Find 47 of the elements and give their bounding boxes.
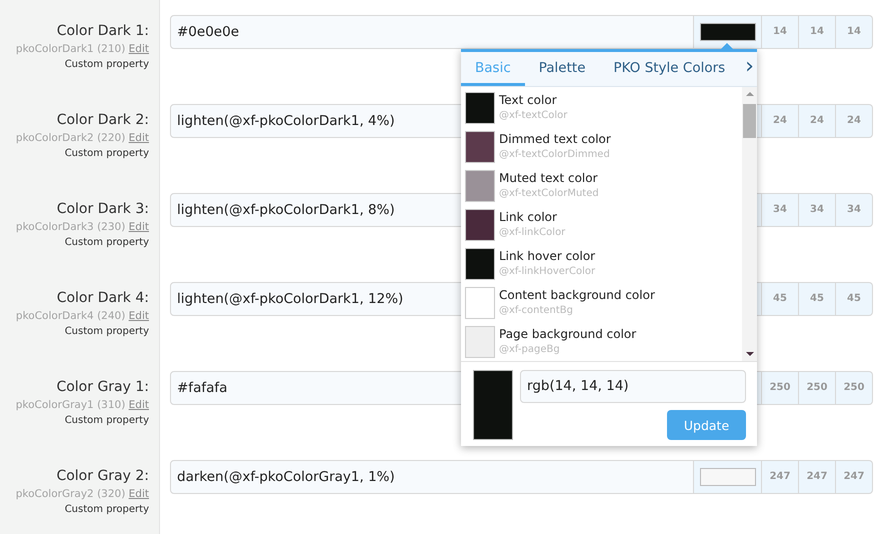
color-value-field[interactable]: rgb(14, 14, 14) bbox=[520, 370, 746, 403]
input-field[interactable]: darken(@xf-pkoColorGray1, 1%) bbox=[170, 460, 694, 494]
next-tab-button[interactable]: › bbox=[739, 52, 760, 86]
property-label: Color Dark 4: bbox=[56, 289, 149, 308]
color-swatch[interactable] bbox=[700, 23, 756, 41]
channel-value: 14 bbox=[836, 15, 873, 49]
channel-value: 250 bbox=[799, 371, 836, 405]
channel-value: 247 bbox=[836, 460, 873, 494]
property-name: pkoColorDark2 (220) bbox=[16, 132, 126, 144]
property-note: Custom property bbox=[64, 147, 149, 161]
property-name: pkoColorGray1 (310) bbox=[16, 399, 126, 411]
channel-value: 34 bbox=[762, 193, 799, 227]
color-swatch[interactable] bbox=[700, 468, 756, 486]
channel-value: 250 bbox=[762, 371, 799, 405]
channel-value: 24 bbox=[762, 104, 799, 138]
property-label: Color Gray 1: bbox=[55, 378, 149, 397]
channel-value: 45 bbox=[836, 282, 873, 316]
channel-value: 34 bbox=[799, 193, 836, 227]
channel-value: 24 bbox=[836, 104, 873, 138]
property-note: Custom property bbox=[64, 414, 149, 428]
property-name: pkoColorGray2 (320) bbox=[16, 488, 126, 500]
channel-value: 14 bbox=[762, 15, 799, 49]
input-field[interactable]: #0e0e0e bbox=[170, 15, 694, 49]
channel-value: 247 bbox=[762, 460, 799, 494]
color-option[interactable]: Link hover color @xf-linkHoverColor bbox=[461, 244, 742, 283]
channel-value: 45 bbox=[762, 282, 799, 316]
property-note: Custom property bbox=[64, 503, 149, 517]
property-name: pkoColorDark3 (230) bbox=[16, 221, 126, 233]
channel-value: 24 bbox=[799, 104, 836, 138]
channel-value: 250 bbox=[836, 371, 873, 405]
channel-value: 14 bbox=[799, 15, 836, 49]
property-note: Custom property bbox=[64, 325, 149, 339]
property-label: Color Dark 2: bbox=[56, 111, 149, 130]
color-option[interactable]: Page background color @xf-pageBg bbox=[461, 322, 742, 361]
property-name: pkoColorDark4 (240) bbox=[16, 310, 126, 322]
tab[interactable]: PKO Style Colors bbox=[600, 52, 740, 86]
channel-value: 247 bbox=[799, 460, 836, 494]
property-note: Custom property bbox=[64, 58, 149, 72]
property-label: Color Dark 1: bbox=[56, 22, 149, 41]
tab[interactable]: Palette bbox=[524, 52, 600, 86]
property-label: Color Dark 3: bbox=[56, 200, 149, 219]
channel-value: 34 bbox=[836, 193, 873, 227]
property-note: Custom property bbox=[64, 236, 149, 250]
channel-value: 45 bbox=[799, 282, 836, 316]
scrollbar[interactable] bbox=[742, 87, 757, 361]
property-name: pkoColorDark1 (210) bbox=[16, 43, 126, 55]
property-label: Color Gray 2: bbox=[55, 467, 149, 486]
